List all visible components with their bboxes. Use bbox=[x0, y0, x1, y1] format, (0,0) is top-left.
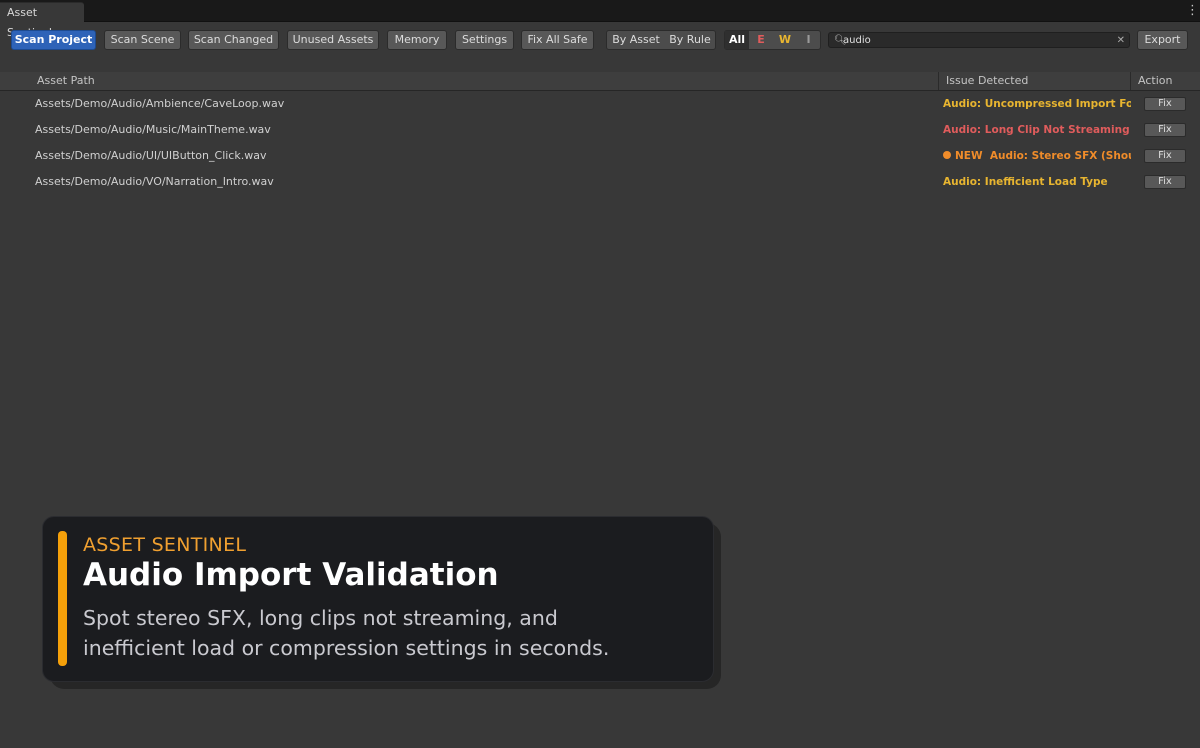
export-button[interactable]: Export bbox=[1137, 30, 1188, 50]
table-row[interactable]: Assets/Demo/Audio/Ambience/CaveLoop.wav … bbox=[0, 91, 1200, 117]
search-value: audio bbox=[843, 35, 871, 46]
grouping-toggle: By Asset By Rule bbox=[606, 30, 716, 50]
settings-button[interactable]: Settings bbox=[455, 30, 514, 50]
table-row[interactable]: Assets/Demo/Audio/Music/MainTheme.wav Au… bbox=[0, 117, 1200, 143]
column-action[interactable]: Action bbox=[1132, 72, 1192, 90]
column-asset-path[interactable]: Asset Path bbox=[31, 72, 937, 90]
asset-path: Assets/Demo/Audio/Music/MainTheme.wav bbox=[35, 123, 271, 136]
issue-label: Audio: Uncompressed Import Format bbox=[943, 98, 1131, 110]
new-badge: NEW bbox=[955, 150, 983, 162]
by-asset-toggle[interactable]: By Asset bbox=[607, 31, 665, 49]
severity-error-toggle[interactable]: E bbox=[749, 31, 773, 49]
callout-accent-bar bbox=[58, 531, 67, 666]
fix-all-safe-button[interactable]: Fix All Safe bbox=[521, 30, 594, 50]
title-bar: Asset Sentinel ⋮ bbox=[0, 0, 1200, 39]
scan-changed-button[interactable]: Scan Changed bbox=[188, 30, 279, 50]
severity-info-toggle[interactable]: I bbox=[797, 31, 820, 49]
table-row[interactable]: Assets/Demo/Audio/VO/Narration_Intro.wav… bbox=[0, 169, 1200, 195]
unused-assets-button[interactable]: Unused Assets bbox=[287, 30, 379, 50]
fix-button[interactable]: Fix bbox=[1144, 97, 1186, 111]
issue-cell: NEW Audio: Stereo SFX (Should Be Mono) bbox=[943, 143, 1131, 169]
callout-title: Audio Import Validation bbox=[83, 557, 499, 593]
asset-path: Assets/Demo/Audio/UI/UIButton_Click.wav bbox=[35, 149, 267, 162]
feature-callout: ASSET SENTINEL Audio Import Validation S… bbox=[42, 516, 714, 682]
issue-label: Audio: Inefficient Load Type bbox=[943, 176, 1108, 188]
callout-kicker: ASSET SENTINEL bbox=[83, 534, 247, 556]
issue-label: Audio: Long Clip Not Streaming bbox=[943, 124, 1130, 136]
table-row[interactable]: Assets/Demo/Audio/UI/UIButton_Click.wav … bbox=[0, 143, 1200, 169]
asset-path: Assets/Demo/Audio/Ambience/CaveLoop.wav bbox=[35, 97, 285, 110]
memory-button[interactable]: Memory bbox=[387, 30, 447, 50]
scan-scene-button[interactable]: Scan Scene bbox=[104, 30, 181, 50]
column-divider[interactable] bbox=[1130, 72, 1131, 90]
by-rule-toggle[interactable]: By Rule bbox=[665, 31, 715, 49]
scan-project-button[interactable]: Scan Project bbox=[11, 30, 96, 50]
search-input[interactable]: 🔍︎ audio ✕ bbox=[828, 32, 1130, 48]
fix-button[interactable]: Fix bbox=[1144, 123, 1186, 137]
close-icon[interactable]: ✕ bbox=[1117, 33, 1125, 48]
severity-filter: All E W I bbox=[724, 30, 821, 50]
severity-all-toggle[interactable]: All bbox=[725, 31, 749, 49]
fix-button[interactable]: Fix bbox=[1144, 149, 1186, 163]
new-dot-icon bbox=[943, 151, 951, 159]
fix-button[interactable]: Fix bbox=[1144, 175, 1186, 189]
issue-label: Audio: Stereo SFX (Should Be Mono) bbox=[989, 150, 1131, 162]
window-tab[interactable]: Asset Sentinel bbox=[0, 2, 84, 39]
kebab-menu-icon[interactable]: ⋮ bbox=[1186, 3, 1199, 19]
column-divider[interactable] bbox=[938, 72, 939, 90]
table-header: Asset Path Issue Detected Action bbox=[0, 72, 1200, 91]
severity-warning-toggle[interactable]: W bbox=[773, 31, 797, 49]
callout-body: Spot stereo SFX, long clips not streamin… bbox=[83, 606, 610, 660]
asset-path: Assets/Demo/Audio/VO/Narration_Intro.wav bbox=[35, 175, 274, 188]
column-issue-detected[interactable]: Issue Detected bbox=[940, 72, 1130, 90]
